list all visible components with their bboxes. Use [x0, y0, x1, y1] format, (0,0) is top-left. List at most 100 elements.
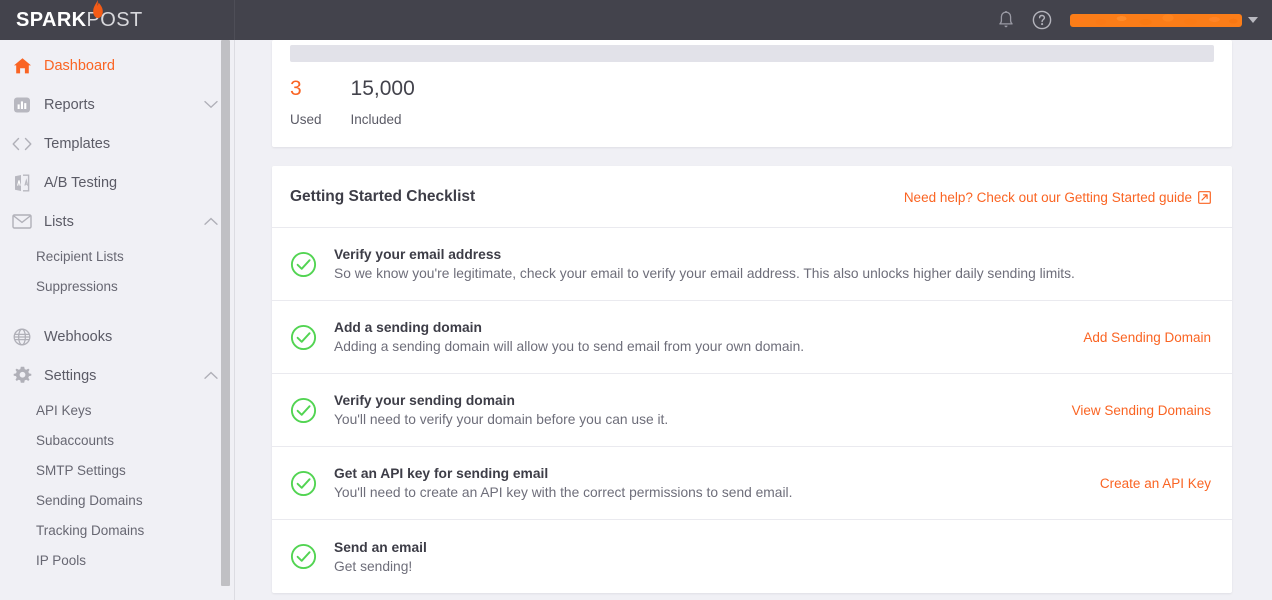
sidebar-item-label: A/B Testing [44, 174, 118, 191]
gear-icon [8, 366, 36, 385]
bell-icon [999, 11, 1013, 28]
sidebar-item-suppressions[interactable]: Suppressions [0, 271, 234, 301]
sidebar-subitem-label: API Keys [36, 402, 92, 418]
checklist-row-desc: You'll need to verify your domain before… [334, 412, 669, 427]
checklist-row[interactable]: Verify your email address So we know you… [272, 228, 1232, 301]
sidebar: Dashboard Reports Templates A/B Testing … [0, 40, 235, 600]
top-bar: SPARK POST [0, 0, 1272, 40]
app-root: SPARK POST Dashboard Reports Templates A… [0, 0, 1272, 600]
checklist-row-title: Verify your email address [334, 247, 502, 262]
checklist-row-text: Add a sending domain Adding a sending do… [334, 320, 1063, 354]
bar-chart-icon [8, 96, 36, 114]
sidebar-subitem-label: IP Pools [36, 552, 87, 568]
notifications-button[interactable] [998, 11, 1014, 29]
sidebar-item-dashboard[interactable]: Dashboard [0, 46, 234, 85]
sidebar-item-label: Dashboard [44, 57, 115, 74]
help-circle-icon [1032, 10, 1052, 30]
sidebar-item-ip-pools[interactable]: IP Pools [0, 545, 234, 575]
checklist-row[interactable]: Verify your sending domain You'll need t… [272, 374, 1232, 447]
checklist-row-desc: Get sending! [334, 558, 413, 574]
sidebar-item-label: Settings [44, 367, 97, 384]
usage-stats: 3 Used 15,000 Included [272, 62, 1232, 127]
view-sending-domains-link[interactable]: View Sending Domains [1072, 403, 1211, 418]
checklist-row[interactable]: Get an API key for sending email You'll … [272, 447, 1232, 520]
add-sending-domain-link[interactable]: Add Sending Domain [1083, 330, 1211, 345]
checklist-row-title: Get an API key for sending email [334, 466, 549, 481]
external-link-icon [1198, 190, 1211, 204]
chevron-down-icon[interactable] [204, 100, 218, 109]
sidebar-item-api-keys[interactable]: API Keys [0, 395, 234, 425]
sidebar-scrollbar-thumb[interactable] [221, 40, 230, 586]
sidebar-subitem-label: Subaccounts [36, 432, 115, 448]
sidebar-item-label: Lists [44, 213, 74, 230]
getting-started-guide-label: Need help? Check out our Getting Started… [903, 189, 1192, 205]
getting-started-guide-link[interactable]: Need help? Check out our Getting Started… [904, 190, 1211, 205]
sidebar-item-subaccounts[interactable]: Subaccounts [0, 425, 234, 455]
sidebar-item-label: Reports [44, 96, 95, 113]
usage-card: 3 Used 15,000 Included [272, 40, 1232, 147]
sidebar-item-label: Templates [44, 135, 111, 152]
user-menu[interactable] [1070, 13, 1258, 27]
chevron-down-icon [1248, 17, 1258, 23]
checklist-row[interactable]: Add a sending domain Adding a sending do… [272, 301, 1232, 374]
user-name-redacted [1070, 13, 1242, 27]
logo-zone: SPARK POST [0, 0, 235, 40]
check-circle-icon [290, 324, 318, 351]
sidebar-subitem-label: Recipient Lists [36, 248, 124, 264]
usage-used-label: Used [290, 112, 322, 127]
sparkpost-logo[interactable]: SPARK POST [16, 0, 143, 32]
sidebar-scrollbar[interactable] [221, 40, 230, 600]
sidebar-item-sending-domains[interactable]: Sending Domains [0, 485, 234, 515]
checklist-title: Getting Started Checklist [290, 188, 476, 205]
sidebar-item-recipient-lists[interactable]: Recipient Lists [0, 241, 234, 271]
code-icon [8, 137, 36, 151]
globe-icon [8, 328, 36, 346]
sidebar-subitem-label: SMTP Settings [36, 462, 126, 478]
usage-stat-included: 15,000 Included [351, 78, 415, 127]
sidebar-nav: Dashboard Reports Templates A/B Testing … [0, 40, 234, 600]
usage-progress-wrap [272, 40, 1232, 62]
check-circle-icon [290, 397, 318, 424]
sidebar-item-label: Webhooks [44, 328, 113, 345]
sidebar-subitem-label: Tracking Domains [36, 522, 145, 538]
sidebar-item-ab-testing[interactable]: A/B Testing [0, 163, 234, 202]
usage-included-value: 15,000 [350, 77, 415, 100]
checklist-row-title: Add a sending domain [334, 320, 482, 335]
checklist-row-text: Verify your email address So we know you… [334, 247, 1211, 281]
chevron-up-icon[interactable] [204, 217, 218, 226]
checklist-row-title: Verify your sending domain [334, 393, 515, 408]
sidebar-item-templates[interactable]: Templates [0, 124, 234, 163]
sidebar-item-lists[interactable]: Lists [0, 202, 234, 241]
usage-progress-bar [290, 45, 1214, 62]
sidebar-item-tracking-domains[interactable]: Tracking Domains [0, 515, 234, 545]
sidebar-item-webhooks[interactable]: Webhooks [0, 317, 234, 356]
usage-used-value: 3 [290, 77, 302, 100]
sidebar-item-reports[interactable]: Reports [0, 85, 234, 124]
checklist-row-desc: Adding a sending domain will allow you t… [334, 339, 805, 354]
checklist-row-desc: So we know you're legitimate, check your… [334, 266, 1075, 281]
ab-test-icon [8, 174, 36, 192]
check-circle-icon [290, 470, 318, 497]
usage-included-label: Included [350, 112, 402, 127]
checklist-row[interactable]: Send an email Get sending! [272, 520, 1232, 593]
checklist-row-text: Verify your sending domain You'll need t… [334, 393, 1052, 427]
main-content: 3 Used 15,000 Included Getting Started C… [236, 40, 1272, 600]
logo-text-spark: SPARK [16, 8, 87, 31]
sidebar-subitem-label: Sending Domains [36, 492, 143, 508]
help-button[interactable] [1032, 10, 1052, 30]
home-icon [8, 57, 36, 75]
sidebar-item-smtp-settings[interactable]: SMTP Settings [0, 455, 234, 485]
sidebar-item-settings[interactable]: Settings [0, 356, 234, 395]
check-circle-icon [290, 251, 318, 278]
flame-icon [93, 0, 103, 18]
checklist-row-title: Send an email [334, 539, 427, 555]
create-an-api-key-link[interactable]: Create an API Key [1100, 476, 1211, 491]
check-circle-icon [290, 543, 318, 570]
getting-started-checklist-card: Getting Started Checklist Need help? Che… [272, 166, 1232, 593]
sidebar-subitem-label: Suppressions [36, 278, 118, 294]
usage-stat-used: 3 Used [290, 78, 322, 127]
chevron-up-icon[interactable] [204, 371, 218, 380]
checklist-row-text: Get an API key for sending email You'll … [334, 466, 1080, 500]
top-bar-right [998, 0, 1272, 40]
checklist-header: Getting Started Checklist Need help? Che… [272, 166, 1232, 228]
